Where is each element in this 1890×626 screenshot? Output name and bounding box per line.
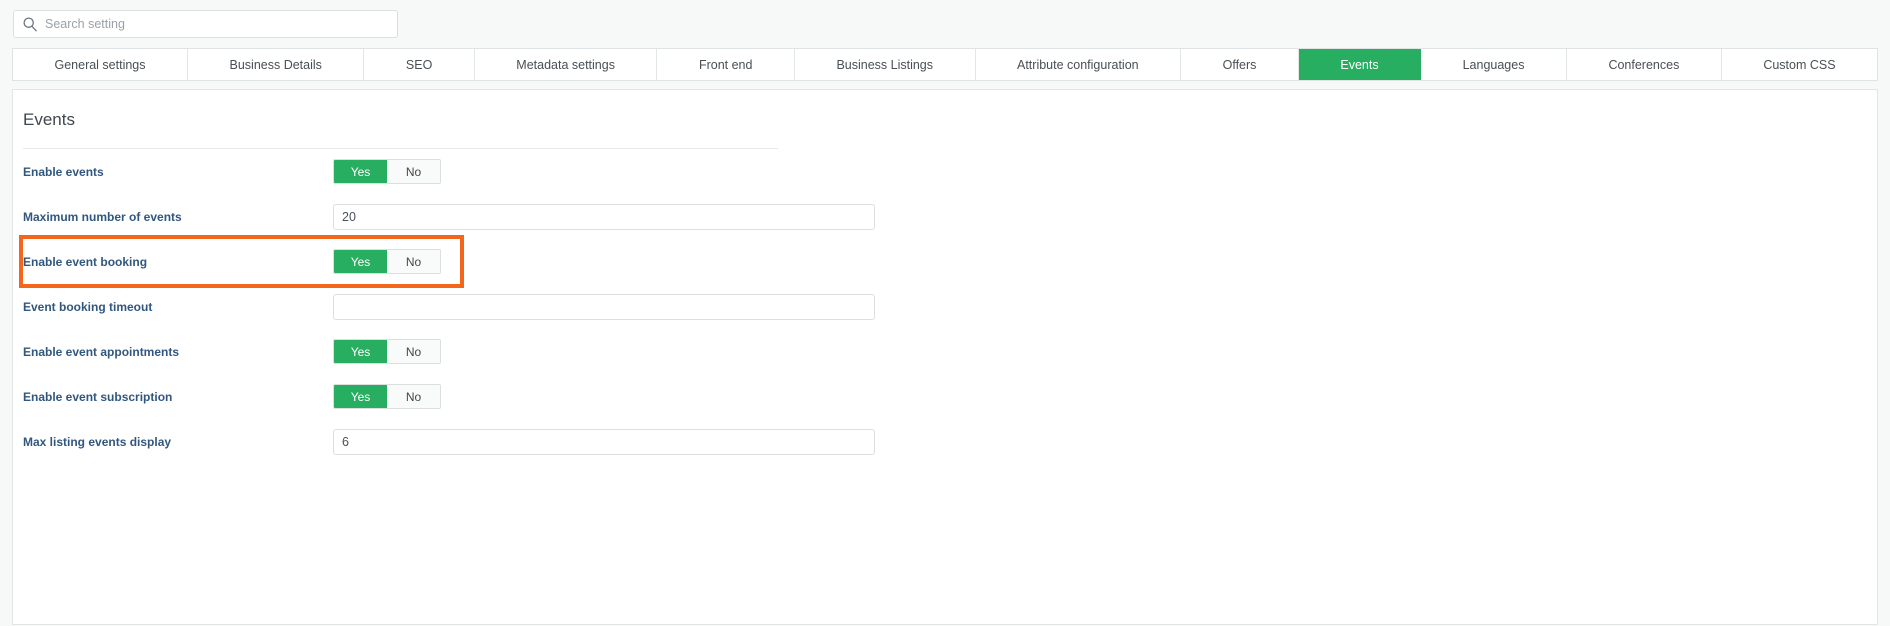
page-title: Events [23, 110, 75, 129]
setting-row: Enable event booking Yes No [19, 235, 464, 288]
tab-seo[interactable]: SEO [364, 49, 475, 80]
setting-label: Enable events [23, 164, 104, 179]
settings-panel: Events Enable events Yes No Maximum number … [12, 89, 1878, 625]
tab-front-end[interactable]: Front end [657, 49, 795, 80]
setting-label: Enable event booking [23, 254, 148, 269]
setting-row: Event booking timeout [13, 284, 1877, 329]
tab-general-settings[interactable]: General settings [13, 49, 189, 80]
setting-row: Maximum number of events [13, 194, 1877, 239]
setting-label: Enable event appointments [23, 344, 180, 359]
tab-languages[interactable]: Languages [1421, 49, 1567, 80]
toggle-no-option[interactable]: No [387, 250, 440, 273]
setting-label: Max listing events display [23, 434, 172, 449]
search-input[interactable] [45, 17, 389, 31]
search-bar-region [0, 0, 1890, 48]
setting-row: Enable event subscription Yes No [13, 374, 1877, 419]
tab-metadata-settings[interactable]: Metadata settings [474, 49, 658, 80]
settings-tab-bar: General settings Business Details SEO Metad… [12, 48, 1878, 81]
setting-text-input[interactable] [333, 203, 875, 230]
toggle-yes-option[interactable]: Yes [334, 340, 387, 363]
setting-label: Maximum number of events [23, 209, 182, 224]
tab-conferences[interactable]: Conferences [1566, 49, 1722, 80]
toggle-yes-option[interactable]: Yes [334, 250, 387, 273]
yes-no-toggle[interactable]: Yes No [333, 384, 441, 409]
setting-row: Max listing events display [13, 419, 1877, 464]
yes-no-toggle[interactable]: Yes No [333, 159, 441, 184]
search-icon [22, 16, 38, 32]
tab-business-listings[interactable]: Business Listings [794, 49, 976, 80]
tab-events[interactable]: Events [1298, 49, 1422, 80]
setting-text-input[interactable] [333, 428, 875, 455]
setting-label: Event booking timeout [23, 299, 153, 314]
yes-no-toggle[interactable]: Yes No [333, 249, 441, 274]
toggle-yes-option[interactable]: Yes [334, 160, 387, 183]
toggle-no-option[interactable]: No [387, 385, 440, 408]
tab-business-details[interactable]: Business Details [188, 49, 365, 80]
setting-row: Enable event appointments Yes No [13, 329, 1877, 374]
tab-offers[interactable]: Offers [1181, 49, 1299, 80]
yes-no-toggle[interactable]: Yes No [333, 339, 441, 364]
toggle-no-option[interactable]: No [387, 340, 440, 363]
setting-label: Enable event subscription [23, 389, 173, 404]
toggle-no-option[interactable]: No [387, 160, 440, 183]
search-box[interactable] [13, 10, 398, 38]
events-settings-form: Enable events Yes No Maximum number of even… [13, 149, 1877, 464]
tab-custom-css[interactable]: Custom CSS [1721, 49, 1878, 80]
tab-attribute-configuration[interactable]: Attribute configuration [975, 49, 1182, 80]
setting-text-input[interactable] [333, 293, 875, 320]
toggle-yes-option[interactable]: Yes [334, 385, 387, 408]
setting-row: Enable events Yes No [13, 149, 1877, 194]
